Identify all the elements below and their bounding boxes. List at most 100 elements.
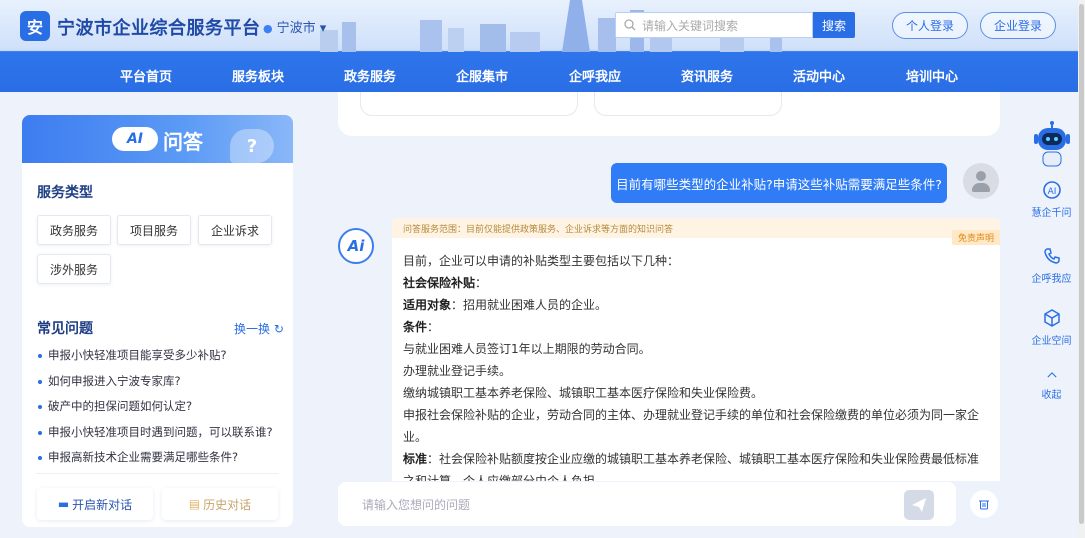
nav-item-home[interactable]: 平台首页 xyxy=(120,66,172,85)
robot-assistant-icon[interactable] xyxy=(1033,120,1071,168)
bullet-icon xyxy=(38,404,42,409)
previous-message-card xyxy=(338,92,1000,136)
rail-item-enterprise-space[interactable]: 企业空间 xyxy=(1029,308,1074,347)
enterprise-login-button[interactable]: 企业登录 xyxy=(980,12,1056,39)
nav-item-training[interactable]: 培训中心 xyxy=(906,66,958,85)
faq-item[interactable]: 申报小快轻准项目时遇到问题，可以联系谁? xyxy=(38,424,273,440)
ai-badge: AI xyxy=(112,127,158,151)
send-button[interactable] xyxy=(904,490,934,520)
answer-line: 业。 xyxy=(403,430,428,444)
faq-item[interactable]: 如何申报进入宁波专家库? xyxy=(38,373,181,389)
clear-button[interactable] xyxy=(970,490,998,518)
rail-label: 收起 xyxy=(1041,390,1062,401)
nav-item-response[interactable]: 企呼我应 xyxy=(569,66,621,85)
refresh-button[interactable]: 换一换 ↻ xyxy=(234,320,284,337)
search-input[interactable]: 请输入关键词搜索 xyxy=(615,12,813,38)
chip-foreign-service[interactable]: 涉外服务 xyxy=(37,254,111,284)
search-button[interactable]: 搜索 xyxy=(813,12,855,38)
faq-text: 破产中的担保问题如何认定? xyxy=(48,399,193,413)
answer-line: 目前，企业可以申请的补贴类型主要包括以下几种： xyxy=(403,254,680,268)
user-avatar xyxy=(963,163,999,199)
bot-answer-card: 问答服务范围：目前仅能提供政策服务、企业诉求等方面的知识问答 免责声明 目前，企… xyxy=(392,218,1000,481)
search-placeholder: 请输入关键词搜索 xyxy=(642,18,739,33)
standard-label: 标准 xyxy=(403,452,428,466)
bot-avatar: Ai xyxy=(338,228,374,264)
faq-text: 申报高新技术企业需要满足哪些条件? xyxy=(48,450,239,464)
new-chat-icon: ▬ xyxy=(57,497,70,511)
ai-banner: AI 问答 ? xyxy=(22,115,293,163)
answer-line: 与就业困难人员签订1年以上期限的劳动合同。 xyxy=(403,342,651,356)
personal-login-button[interactable]: 个人登录 xyxy=(892,12,968,39)
ai-chat-icon: AI xyxy=(1042,181,1061,199)
faq-item[interactable]: 申报高新技术企业需要满足哪些条件? xyxy=(38,449,238,465)
scrollbar-thumb[interactable] xyxy=(1079,4,1084,524)
ai-title: 问答 xyxy=(163,130,203,154)
rail-item-response[interactable]: 企呼我应 xyxy=(1029,246,1074,285)
site-title[interactable]: 宁波市企业综合服务平台 xyxy=(57,14,261,40)
bullet-icon xyxy=(38,455,42,460)
chip-government-service[interactable]: 政务服务 xyxy=(37,215,111,245)
cube-icon xyxy=(1043,309,1060,327)
disclaimer-link[interactable]: 免责声明 xyxy=(951,230,1000,245)
right-rail: AI 慧企千问 企呼我应 企业空间 收起 xyxy=(1029,118,1074,418)
faq-item[interactable]: 申报小快轻准项目能享受多少补贴? xyxy=(38,347,227,363)
target-text: ：招用就业困难人员的企业。 xyxy=(451,298,608,312)
chat-bubble-icon: ? xyxy=(230,129,274,163)
rail-item-collapse[interactable]: 收起 xyxy=(1029,368,1074,401)
answer-line: 标准：社会保险补贴额度按企业应缴的城镇职工基本养老保险、城镇职工基本医疗保险和失… xyxy=(403,450,979,467)
rail-item-ai-qa[interactable]: AI 慧企千问 xyxy=(1029,180,1074,219)
nav-item-market[interactable]: 企服集市 xyxy=(456,66,508,85)
page-scrollbar[interactable] xyxy=(1078,0,1085,538)
faq-title: 常见问题 xyxy=(37,321,93,337)
header: 安 宁波市企业综合服务平台 ● 宁波市 ▾ 请输入关键词搜索 搜索 个人登录 企业… xyxy=(0,0,1085,92)
new-chat-button[interactable]: ▬ 开启新对话 xyxy=(37,488,153,520)
conditions-label: 条件 xyxy=(403,320,428,334)
svg-text:AI: AI xyxy=(1047,187,1056,197)
question-placeholder: 请输入您想问的问题 xyxy=(362,497,471,512)
previous-suggestion[interactable] xyxy=(360,92,578,116)
trash-icon xyxy=(979,500,989,510)
nav-item-government[interactable]: 政务服务 xyxy=(344,66,396,85)
standard-text: ：社会保险补贴额度按企业应缴的城镇职工基本养老保险、城镇职工基本医疗保险和失业保… xyxy=(427,452,980,466)
send-icon xyxy=(912,498,926,512)
nav-item-service-sections[interactable]: 服务板块 xyxy=(232,66,284,85)
site-logo[interactable]: 安 xyxy=(20,11,50,41)
answer-line: 适用对象：招用就业困难人员的企业。 xyxy=(403,296,607,313)
nav-item-events[interactable]: 活动中心 xyxy=(793,66,845,85)
chip-enterprise-appeal[interactable]: 企业诉求 xyxy=(198,215,272,245)
refresh-icon: ↻ xyxy=(273,322,284,336)
answer-line: 办理就业登记手续。 xyxy=(403,364,512,378)
target-label: 适用对象 xyxy=(403,298,452,312)
chip-project-service[interactable]: 项目服务 xyxy=(117,215,191,245)
scope-note: 问答服务范围：目前仅能提供政策服务、企业诉求等方面的知识问答 xyxy=(392,218,1000,238)
user-message-bubble: 目前有哪些类型的企业补贴?申请这些补贴需要满足些条件? xyxy=(611,163,947,203)
city-label: 宁波市 xyxy=(276,21,316,36)
history-icon: ▤ xyxy=(188,497,201,511)
rail-label: 慧企千问 xyxy=(1031,208,1072,219)
question-input[interactable]: 请输入您想问的问题 xyxy=(338,482,956,526)
faq-text: 申报小快轻准项目能享受多少补贴? xyxy=(48,348,227,362)
history-button[interactable]: ▤ 历史对话 xyxy=(162,488,278,520)
subsidy-title: 社会保险补贴 xyxy=(403,276,476,290)
faq-text: 申报小快轻准项目时遇到问题，可以联系谁? xyxy=(48,425,273,439)
answer-line: 申报社会保险补贴的企业，劳动合同的主体、办理就业登记手续的单位和社会保险缴费的单… xyxy=(403,408,980,422)
left-panel: AI 问答 ? 服务类型 政务服务 项目服务 企业诉求 涉外服务 常见问题 换一… xyxy=(22,115,293,527)
answer-line: 社会保险补贴： xyxy=(403,276,488,290)
rail-label: 企呼我应 xyxy=(1031,274,1072,285)
search-icon xyxy=(624,19,636,31)
rail-label: 企业空间 xyxy=(1031,336,1072,347)
history-label: 历史对话 xyxy=(203,497,252,512)
bullet-icon xyxy=(38,379,42,384)
faq-item[interactable]: 破产中的担保问题如何认定? xyxy=(38,398,192,414)
chevron-up-icon xyxy=(1046,372,1057,378)
answer-line: 条件： xyxy=(403,320,440,334)
service-types-title: 服务类型 xyxy=(37,185,93,201)
answer-line: 之和计算，个人应缴部分由个人负担。 xyxy=(403,474,608,481)
city-selector[interactable]: ● 宁波市 ▾ xyxy=(263,17,326,36)
divider xyxy=(36,473,279,474)
previous-suggestion[interactable] xyxy=(594,92,782,116)
nav-item-news[interactable]: 资讯服务 xyxy=(681,66,733,85)
main-nav: 平台首页 服务板块 政务服务 企服集市 企呼我应 资讯服务 活动中心 培训中心 xyxy=(0,52,1085,92)
phone-icon xyxy=(1043,248,1060,264)
faq-text: 如何申报进入宁波专家库? xyxy=(48,374,181,388)
